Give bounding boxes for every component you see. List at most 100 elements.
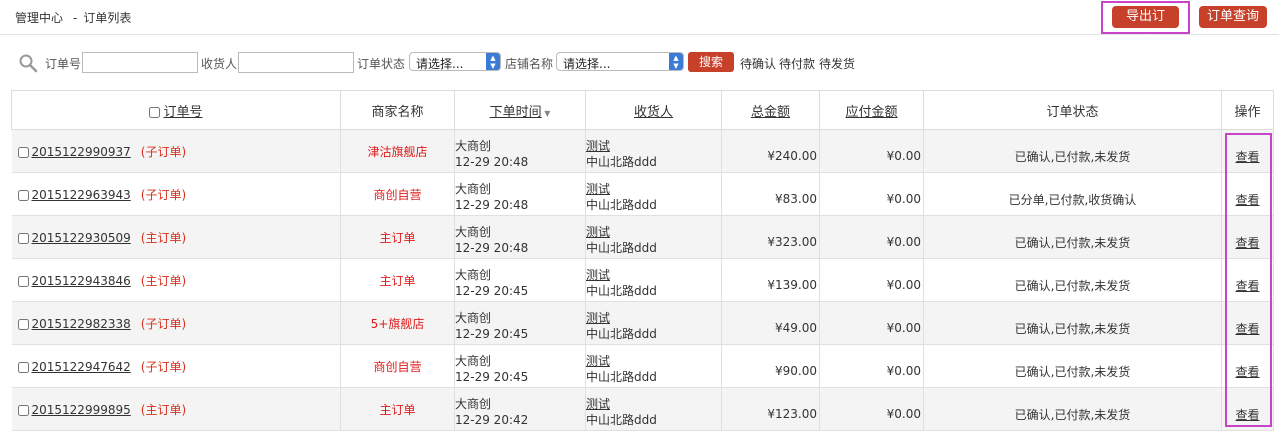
header-order-time-label[interactable]: 下单时间	[490, 105, 542, 120]
table-row: 2015122963943 (子订单) 商创自营 大商创 12-29 20:48 测试 中山…	[11, 172, 1274, 216]
cell-merchant: 商创自营	[340, 344, 455, 388]
order-time: 12-29 20:45	[455, 284, 529, 298]
order-user: 大商创	[455, 225, 492, 239]
receiver-name-link[interactable]: 测试	[586, 267, 721, 283]
order-no-link[interactable]: 2015122999895	[32, 403, 131, 417]
breadcrumb-current: 订单列表	[83, 11, 132, 25]
row-checkbox[interactable]	[17, 275, 29, 287]
table-row: 2015122947642 (子订单) 商创自营 大商创 12-29 20:45 测试 中山…	[11, 344, 1274, 388]
order-time: 12-29 20:45	[455, 327, 529, 341]
cell-merchant: 5+旗舰店	[340, 301, 455, 345]
order-no-link[interactable]: 2015122963943	[32, 188, 131, 202]
order-time: 12-29 20:45	[455, 370, 529, 384]
cell-order-no: 2015122943846 (主订单)	[11, 258, 341, 302]
receiver-input[interactable]	[238, 52, 354, 73]
receiver-name-link[interactable]: 测试	[586, 224, 721, 240]
cell-payable: ¥0.00	[819, 387, 924, 431]
header-order-no[interactable]: 订单号	[11, 90, 341, 130]
header-status: 订单状态	[923, 90, 1222, 130]
quick-link-pending-shipment[interactable]: 待发货	[819, 55, 855, 72]
receiver-address: 中山北路ddd	[586, 284, 657, 298]
receiver-address: 中山北路ddd	[586, 155, 657, 169]
cell-order-no: 2015122947642 (子订单)	[11, 344, 341, 388]
sort-down-icon: ▼	[541, 108, 551, 118]
cell-merchant: 主订单	[340, 258, 455, 302]
top-bar: 管理中心 - 订单列表 导出订单 订单查询	[0, 0, 1279, 46]
cell-status: 已确认,已付款,未发货	[923, 344, 1222, 388]
receiver-address: 中山北路ddd	[586, 370, 657, 384]
row-checkbox[interactable]	[17, 146, 29, 158]
chevron-updown-icon: ▲ ▼	[669, 53, 683, 70]
breadcrumb-root[interactable]: 管理中心	[15, 11, 63, 25]
order-no-input[interactable]	[82, 52, 198, 73]
cell-order-no: 2015122930509 (主订单)	[11, 215, 341, 259]
header-order-no-label[interactable]: 订单号	[163, 105, 202, 120]
cell-merchant: 津沽旗舰店	[340, 129, 455, 173]
table-header-row: 订单号 商家名称 下单时间 ▼ 收货人 总金额 应付金额 订单状态 操作	[11, 90, 1274, 130]
cell-status: 已确认,已付款,未发货	[923, 129, 1222, 173]
row-checkbox[interactable]	[17, 232, 29, 244]
order-type-tag: (子订单)	[140, 144, 187, 159]
select-all-checkbox[interactable]	[149, 106, 161, 118]
order-no-link[interactable]: 2015122943846	[32, 274, 131, 288]
cell-total: ¥323.00	[721, 215, 820, 259]
cell-receiver: 测试 中山北路ddd	[585, 301, 722, 345]
cell-receiver: 测试 中山北路ddd	[585, 172, 722, 216]
header-total-label[interactable]: 总金额	[751, 105, 790, 120]
cell-status: 已确认,已付款,未发货	[923, 215, 1222, 259]
order-type-tag: (子订单)	[140, 359, 187, 374]
receiver-name-link[interactable]: 测试	[586, 353, 721, 369]
order-no-link[interactable]: 2015122930509	[32, 231, 131, 245]
header-merchant: 商家名称	[340, 90, 455, 130]
order-user: 大商创	[455, 311, 492, 325]
order-status-select[interactable]: 请选择... ▲ ▼	[409, 52, 501, 71]
row-checkbox[interactable]	[17, 189, 29, 201]
header-payable-label[interactable]: 应付金额	[845, 105, 897, 120]
order-no-link[interactable]: 2015122982338	[32, 317, 131, 331]
cell-status: 已确认,已付款,未发货	[923, 387, 1222, 431]
header-receiver[interactable]: 收货人	[585, 90, 722, 130]
receiver-name-link[interactable]: 测试	[586, 396, 721, 412]
orders-table: 订单号 商家名称 下单时间 ▼ 收货人 总金额 应付金额 订单状态 操作 201…	[11, 90, 1274, 431]
quick-link-pending-confirm[interactable]: 待确认	[740, 55, 776, 72]
cell-order-no: 2015122963943 (子订单)	[11, 172, 341, 216]
cell-merchant: 主订单	[340, 215, 455, 259]
cell-receiver: 测试 中山北路ddd	[585, 344, 722, 388]
shop-name-select[interactable]: 请选择... ▲ ▼	[556, 52, 684, 71]
order-query-button[interactable]: 订单查询	[1199, 6, 1267, 28]
cell-order-no: 2015122990937 (子订单)	[11, 129, 341, 173]
receiver-name-link[interactable]: 测试	[586, 310, 721, 326]
cell-receiver: 测试 中山北路ddd	[585, 129, 722, 173]
cell-total: ¥49.00	[721, 301, 820, 345]
cell-receiver: 测试 中山北路ddd	[585, 387, 722, 431]
receiver-name-link[interactable]: 测试	[586, 181, 721, 197]
row-checkbox[interactable]	[17, 361, 29, 373]
header-action: 操作	[1221, 90, 1274, 130]
search-button[interactable]: 搜索	[688, 52, 734, 72]
cell-payable: ¥0.00	[819, 301, 924, 345]
order-no-link[interactable]: 2015122990937	[32, 145, 131, 159]
cell-merchant: 商创自营	[340, 172, 455, 216]
cell-total: ¥90.00	[721, 344, 820, 388]
breadcrumb-separator: -	[73, 11, 78, 25]
receiver-address: 中山北路ddd	[586, 241, 657, 255]
cell-payable: ¥0.00	[819, 344, 924, 388]
quick-link-pending-payment[interactable]: 待付款	[779, 55, 815, 72]
cell-status: 已确认,已付款,未发货	[923, 301, 1222, 345]
header-total[interactable]: 总金额	[721, 90, 820, 130]
cell-payable: ¥0.00	[819, 215, 924, 259]
header-payable[interactable]: 应付金额	[819, 90, 924, 130]
header-receiver-label[interactable]: 收货人	[634, 105, 673, 120]
table-row: 2015122982338 (子订单) 5+旗舰店 大商创 12-29 20:45 测试中…	[11, 301, 1274, 345]
table-body: 2015122990937 (子订单) 津沽旗舰店 大商创 12-29 20:48 测试中…	[11, 129, 1274, 431]
table-row: 2015122999895 (主订单) 主订单 大商创 12-29 20:42 测试 中山北…	[11, 387, 1274, 431]
cell-status: 已确认,已付款,未发货	[923, 258, 1222, 302]
receiver-name-link[interactable]: 测试	[586, 138, 721, 154]
row-checkbox[interactable]	[17, 318, 29, 330]
cell-order-no: 2015122999895 (主订单)	[11, 387, 341, 431]
row-checkbox[interactable]	[17, 404, 29, 416]
order-no-link[interactable]: 2015122947642	[32, 360, 131, 374]
receiver-address: 中山北路ddd	[586, 327, 657, 341]
cell-merchant: 主订单	[340, 387, 455, 431]
header-order-time[interactable]: 下单时间 ▼	[454, 90, 586, 130]
